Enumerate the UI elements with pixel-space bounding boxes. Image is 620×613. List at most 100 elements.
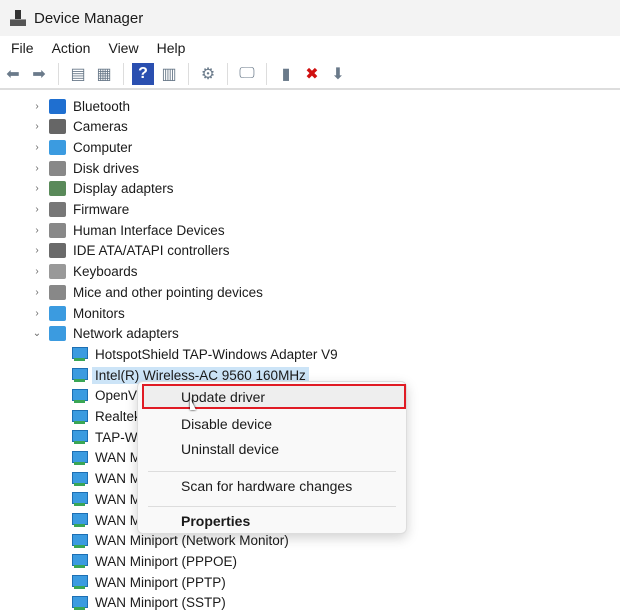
network-adapter-item[interactable]: WAN M [70,510,144,530]
tree-category[interactable]: › Mice and other pointing devices [32,282,266,302]
chevron-right-icon[interactable]: › [32,121,42,132]
tree-category[interactable]: › Cameras [32,117,131,137]
category-icon [49,202,66,217]
category-icon [49,160,66,176]
network-adapter-icon [70,533,88,549]
window-title: Device Manager [34,9,144,27]
toolbar: ⬅ ➡ ▤ ▦? ▥ ⚙ 🖵 ▮ ✖ ⬇ [0,60,620,90]
show-hide-console-tree-icon[interactable]: ▤ [67,63,89,85]
category-label: Computer [73,139,133,155]
menu-item-scan-hardware[interactable]: Scan for hardware changes [181,478,352,494]
adapter-label: HotspotShield TAP-Windows Adapter V9 [95,346,338,362]
network-adapter-item[interactable]: WAN M [70,448,144,468]
network-adapter-icon [70,471,88,487]
menu-file[interactable]: File [11,40,34,56]
chevron-right-icon[interactable]: › [32,245,42,256]
network-adapter-icon [70,574,88,590]
category-icon [49,326,66,342]
category-icon [49,264,66,280]
network-adapter-icon [70,346,88,362]
toolbar-separator [188,63,189,85]
tree-category[interactable]: › Disk drives [32,158,142,178]
chevron-right-icon[interactable]: › [32,204,42,215]
network-adapter-icon [70,367,88,383]
menu-bar: File Action View Help [0,36,620,60]
network-adapter-icon [70,553,88,569]
forward-arrow-icon[interactable]: ➡ [28,63,50,85]
menu-view[interactable]: View [108,40,138,56]
menu-item-disable-device[interactable]: Disable device [181,416,272,432]
network-adapter-item[interactable]: WAN Miniport (PPTP) [70,572,229,592]
chevron-right-icon[interactable]: › [32,101,42,112]
network-adapter-item[interactable]: WAN Miniport (SSTP) [70,593,229,613]
toolbar-separator [266,63,267,85]
chevron-right-icon[interactable]: › [32,163,42,174]
tree-category[interactable]: › IDE ATA/ATAPI controllers [32,241,233,261]
device-manager-icon [10,10,26,26]
adapter-label: Realtek [95,409,141,424]
category-label: Firmware [73,202,130,217]
network-adapter-icon [70,450,88,466]
chevron-right-icon[interactable]: › [32,183,42,194]
uninstall-icon[interactable]: ✖ [301,63,323,85]
category-label: Network adapters [73,326,179,342]
network-adapter-item[interactable]: OpenV [70,386,140,406]
disable-device-icon[interactable]: ⬇ [327,63,349,85]
category-label: Monitors [73,305,125,321]
tree-category[interactable]: › Keyboards [32,262,141,282]
category-label: Bluetooth [73,98,131,114]
category-label: Mice and other pointing devices [73,284,263,300]
chevron-right-icon[interactable]: › [32,287,42,298]
network-adapter-icon [70,429,88,445]
category-icon [49,305,66,321]
network-adapter-icon [70,595,88,611]
tree-category[interactable]: ⌄ Network adapters [32,324,182,344]
category-icon [49,119,66,135]
tree-category[interactable]: › Bluetooth [32,96,133,116]
tree-category[interactable]: › Firmware [32,200,132,220]
category-label: Disk drives [73,160,140,176]
network-adapter-item[interactable]: Realtek [70,407,144,427]
tree-category[interactable]: › Human Interface Devices [32,220,228,240]
tree-category[interactable]: › Computer [32,137,135,157]
menu-item-uninstall-device[interactable]: Uninstall device [181,441,279,457]
menu-action[interactable]: Action [52,40,91,56]
action-pane-icon[interactable]: ▥ [158,63,180,85]
chevron-right-icon[interactable]: › [32,266,42,277]
properties-sheet-icon[interactable]: ▦ [93,63,115,85]
scan-hardware-icon[interactable]: 🖵 [236,63,258,85]
network-adapter-icon [70,409,88,425]
category-label: IDE ATA/ATAPI controllers [73,243,230,259]
back-arrow-icon[interactable]: ⬅ [2,63,24,85]
network-adapter-item[interactable]: TAP-Wi [70,427,144,447]
chevron-right-icon[interactable]: › [32,142,42,153]
adapter-label: TAP-Wi [95,429,141,445]
category-label: Keyboards [73,264,138,280]
menu-help[interactable]: Help [157,40,186,56]
toolbar-separator [58,63,59,85]
tree-category[interactable]: › Monitors [32,303,128,323]
category-label: Display adapters [73,181,174,197]
enable-device-icon[interactable]: ▮ [275,63,297,85]
category-label: Human Interface Devices [73,222,225,238]
chevron-down-icon[interactable]: ⌄ [32,328,42,339]
menu-separator [148,471,396,472]
chevron-right-icon[interactable]: › [32,308,42,319]
mouse-cursor-icon [190,398,196,410]
adapter-label: OpenV [95,388,138,404]
tree-category[interactable]: › Display adapters [32,179,177,199]
network-adapter-icon [70,388,88,404]
category-icon [49,181,66,197]
update-driver-icon[interactable]: ⚙ [197,63,219,85]
chevron-right-icon[interactable]: › [32,225,42,236]
network-adapter-item[interactable]: WAN M [70,489,144,509]
adapter-label: WAN Miniport (PPPOE) [95,553,238,569]
network-adapter-item[interactable]: HotspotShield TAP-Windows Adapter V9 [70,344,341,364]
network-adapter-icon [70,512,88,528]
toolbar-separator [227,63,228,85]
network-adapter-item[interactable]: WAN Miniport (PPPOE) [70,551,240,571]
network-adapter-item[interactable]: WAN M [70,469,144,489]
help-icon[interactable]: ? [132,63,154,85]
menu-item-properties[interactable]: Properties [181,513,250,529]
adapter-label: WAN Miniport (Network Monitor) [95,533,289,549]
